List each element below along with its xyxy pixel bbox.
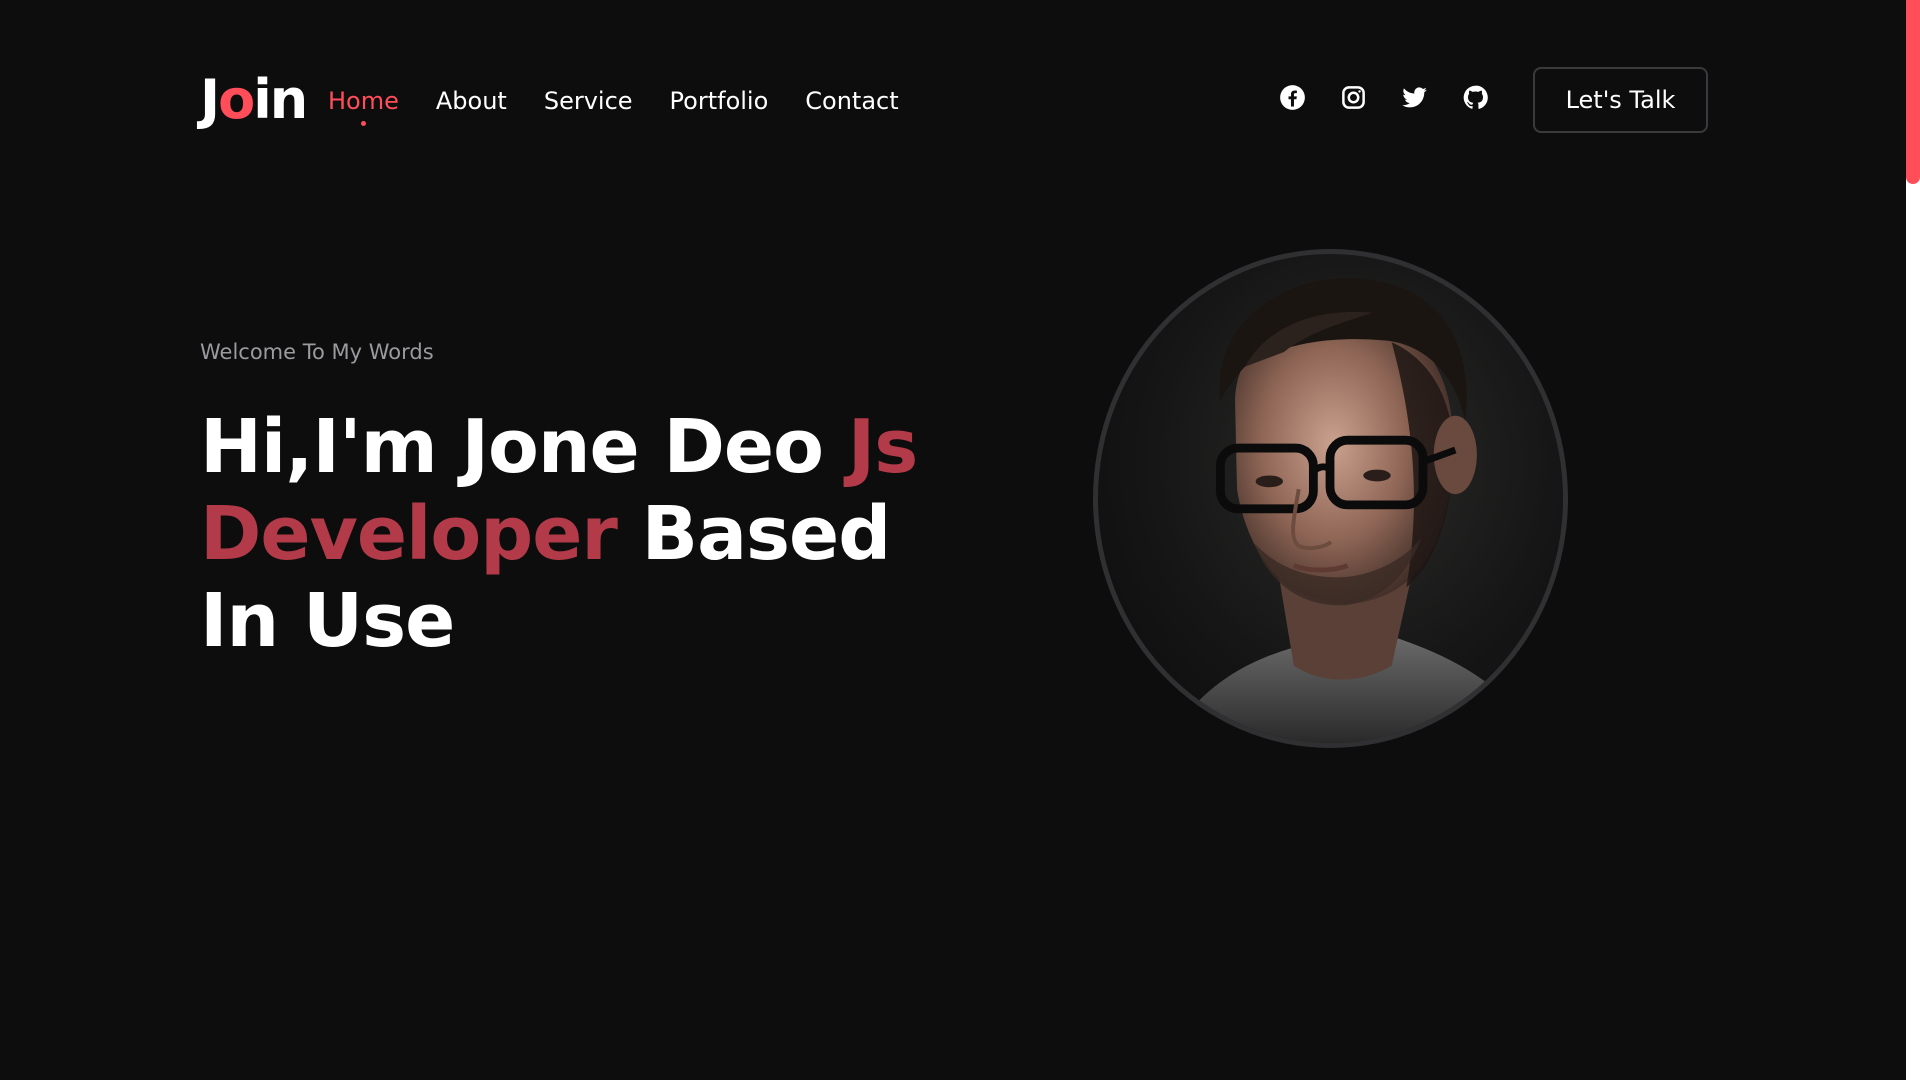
social-links xyxy=(1278,83,1490,112)
twitter-icon[interactable] xyxy=(1400,83,1429,112)
welcome-text: Welcome To My Words xyxy=(200,340,434,364)
github-icon[interactable] xyxy=(1461,83,1490,112)
nav-item-about: About xyxy=(436,84,507,118)
nav-item-contact: Contact xyxy=(805,84,898,118)
nav-item-home: Home xyxy=(328,84,399,126)
logo-prefix: J xyxy=(200,68,220,131)
logo-accent: o xyxy=(218,68,255,131)
headline-intro: Hi,I'm Jone Deo xyxy=(200,404,848,490)
site-header: Join Home About Service Portfolio Contac… xyxy=(0,0,1906,200)
nav-link-service[interactable]: Service xyxy=(544,84,633,118)
nav-link-home[interactable]: Home xyxy=(328,84,399,126)
profile-photo xyxy=(1093,249,1568,748)
instagram-icon[interactable] xyxy=(1339,83,1368,112)
logo-suffix: in xyxy=(253,68,308,131)
nav-link-about[interactable]: About xyxy=(436,84,507,118)
nav-item-service: Service xyxy=(544,84,633,118)
nav-item-portfolio: Portfolio xyxy=(670,84,769,118)
logo[interactable]: Join xyxy=(200,68,308,131)
hero-headline: Hi,I'm Jone Deo Js Developer Based In Us… xyxy=(200,404,980,665)
nav-link-portfolio[interactable]: Portfolio xyxy=(670,84,769,118)
facebook-icon[interactable] xyxy=(1278,83,1307,112)
nav-link-contact[interactable]: Contact xyxy=(805,84,898,118)
main-nav: Home About Service Portfolio Contact xyxy=(328,84,899,126)
scrollbar-thumb[interactable] xyxy=(1906,0,1920,184)
lets-talk-button[interactable]: Let's Talk xyxy=(1533,67,1708,133)
